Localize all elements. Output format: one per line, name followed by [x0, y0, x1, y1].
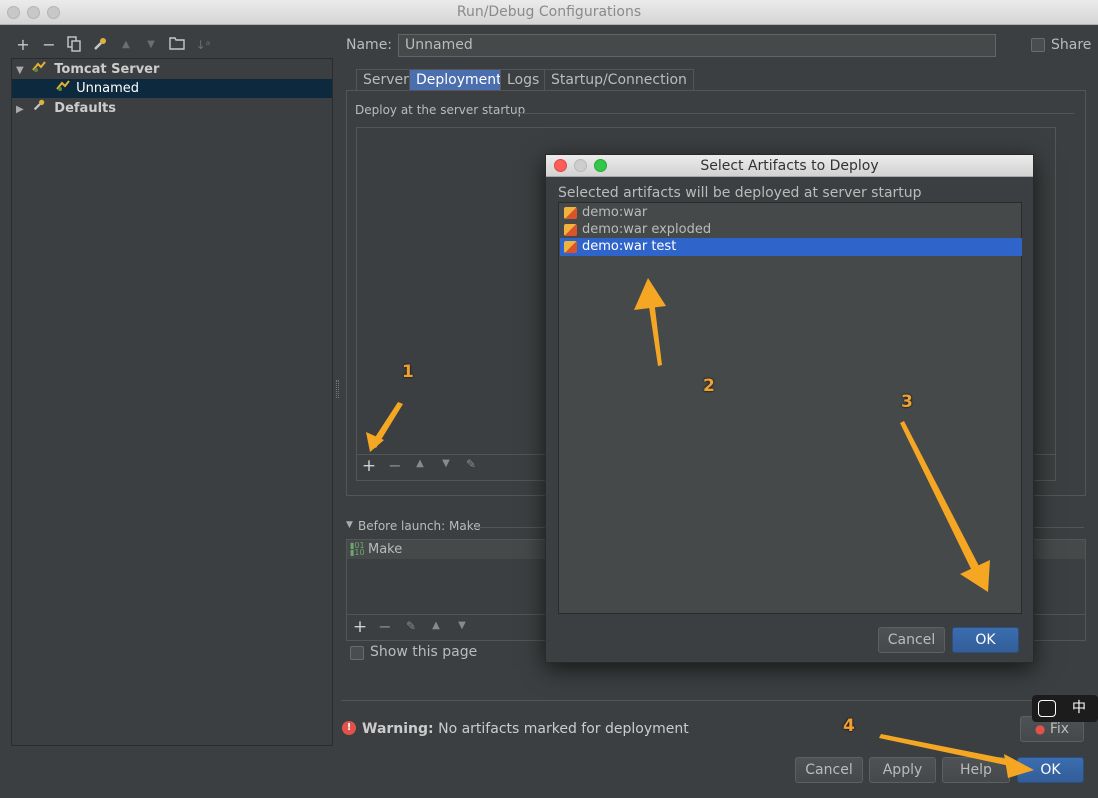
step-number-4: 4	[843, 716, 855, 736]
arrow-to-selected-artifact	[634, 278, 666, 366]
step-number-2: 2	[703, 376, 715, 396]
annotation-overlay	[366, 278, 1034, 778]
arrow-to-ok-button	[879, 734, 1034, 778]
arrow-to-add-button	[366, 402, 403, 452]
step-number-3: 3	[901, 392, 913, 412]
arrow-to-dialog-ok	[900, 421, 990, 592]
step-number-1: 1	[402, 362, 414, 382]
